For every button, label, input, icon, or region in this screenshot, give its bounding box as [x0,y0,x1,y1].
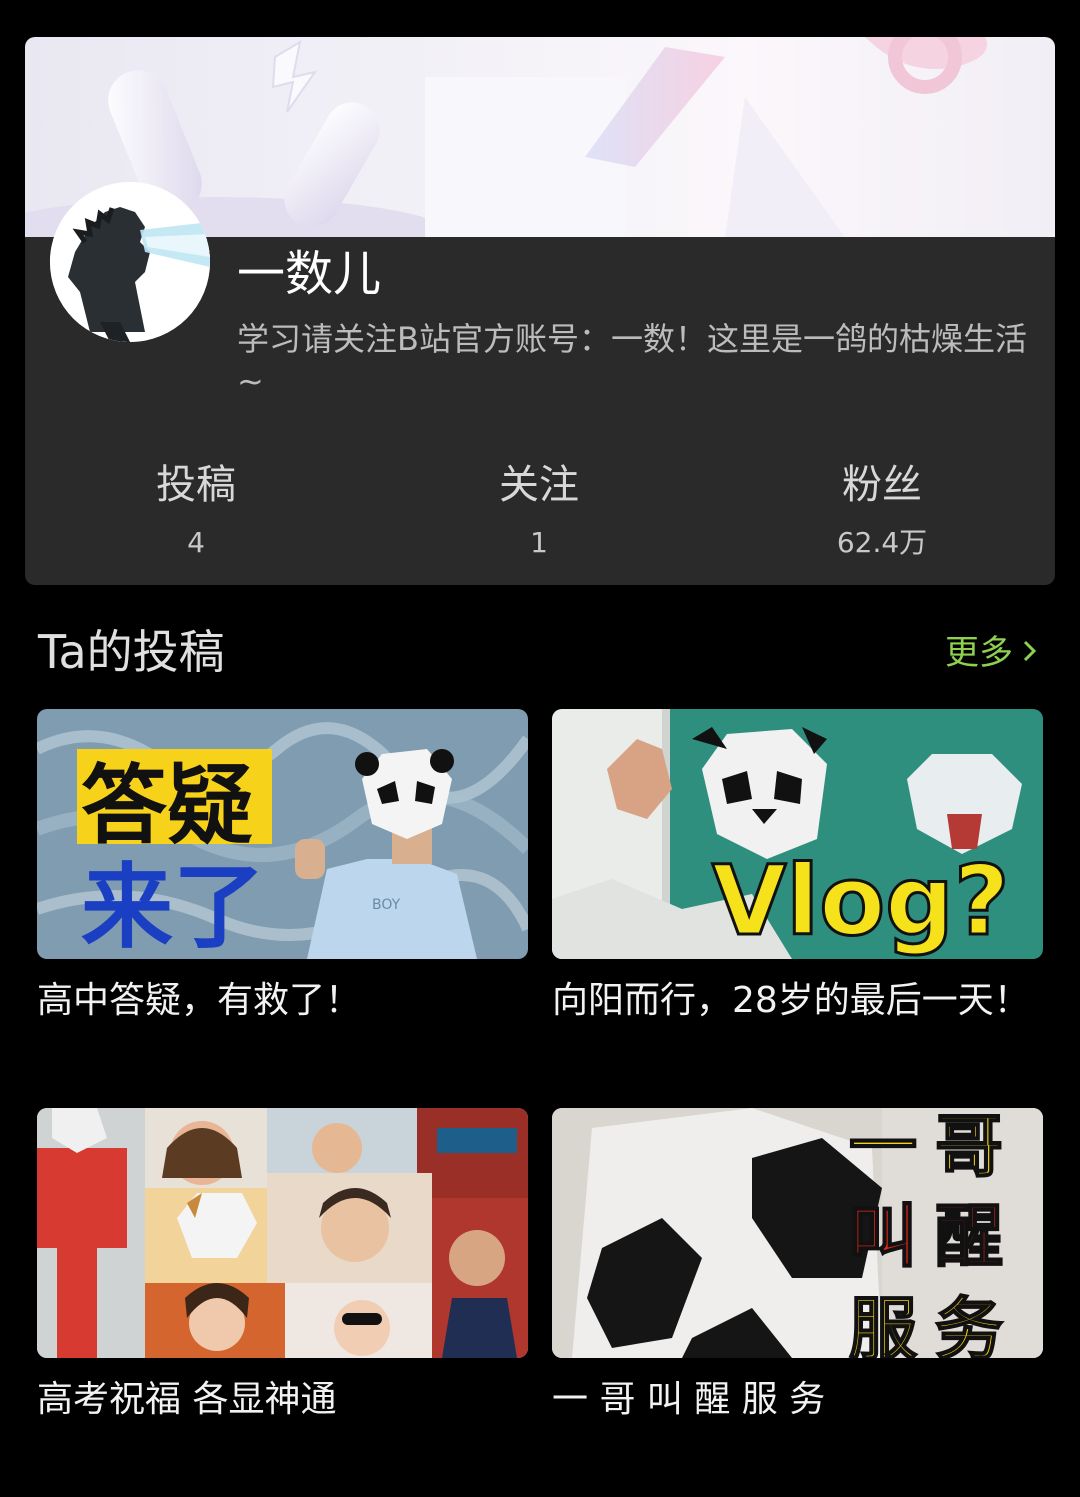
thumb-text-vlog: Vlog? [712,845,1010,957]
video-thumbnail[interactable]: 一哥 叫醒 服务 [552,1108,1043,1358]
chevron-right-icon [1021,630,1039,676]
thumb-text-wakeup: 叫醒 [849,1198,1021,1277]
thumb-text-service: 服务 [849,1291,1021,1358]
video-title[interactable]: 高考祝福 各显神通 [37,1376,528,1424]
stat-following-value: 1 [530,526,548,559]
section-title: Ta的投稿 [38,625,225,679]
stat-following[interactable]: 关注 1 [429,455,649,563]
thumb-text-answer: 答疑 [81,756,253,856]
video-title[interactable]: 高中答疑，有救了！ [37,977,528,1025]
stat-following-label: 关注 [499,462,579,508]
avatar[interactable] [50,182,210,342]
username: 一数儿 [237,246,382,302]
stat-posts-value: 4 [187,526,205,559]
more-link[interactable]: 更多 [945,630,1039,676]
more-label: 更多 [945,633,1013,673]
video-title[interactable]: 一 哥 叫 醒 服 务 [552,1376,1043,1424]
shirt-text: BOY [372,897,401,913]
stat-followers-value: 62.4万 [836,526,928,559]
stat-posts-label: 投稿 [156,462,236,508]
stat-followers-label: 粉丝 [842,462,922,508]
video-title[interactable]: 向阳而行，28岁的最后一天！ [552,977,1043,1025]
thumb-text-coming: 来了 [81,854,265,959]
video-item[interactable]: Vlog? 向阳而行，28岁的最后一天！ [552,709,1043,1025]
video-thumbnail[interactable]: 答疑 来了 BOY [37,709,528,959]
video-item[interactable]: 答疑 来了 BOY 高中答疑，有救了！ [37,709,528,1025]
video-item[interactable]: 一哥 叫醒 服务 一 哥 叫 醒 服 务 [552,1108,1043,1424]
stat-posts[interactable]: 投稿 4 [86,455,306,563]
video-item[interactable]: 高考祝福 各显神通 [37,1108,528,1424]
thumb-text-brother: 一哥 [849,1108,1021,1187]
stat-followers[interactable]: 粉丝 62.4万 [772,455,992,563]
profile-bio: 学习请关注B站官方账号：一数！这里是一鸽的枯燥生活~ [237,320,1027,400]
video-thumbnail[interactable]: Vlog? [552,709,1043,959]
video-thumbnail[interactable] [37,1108,528,1358]
